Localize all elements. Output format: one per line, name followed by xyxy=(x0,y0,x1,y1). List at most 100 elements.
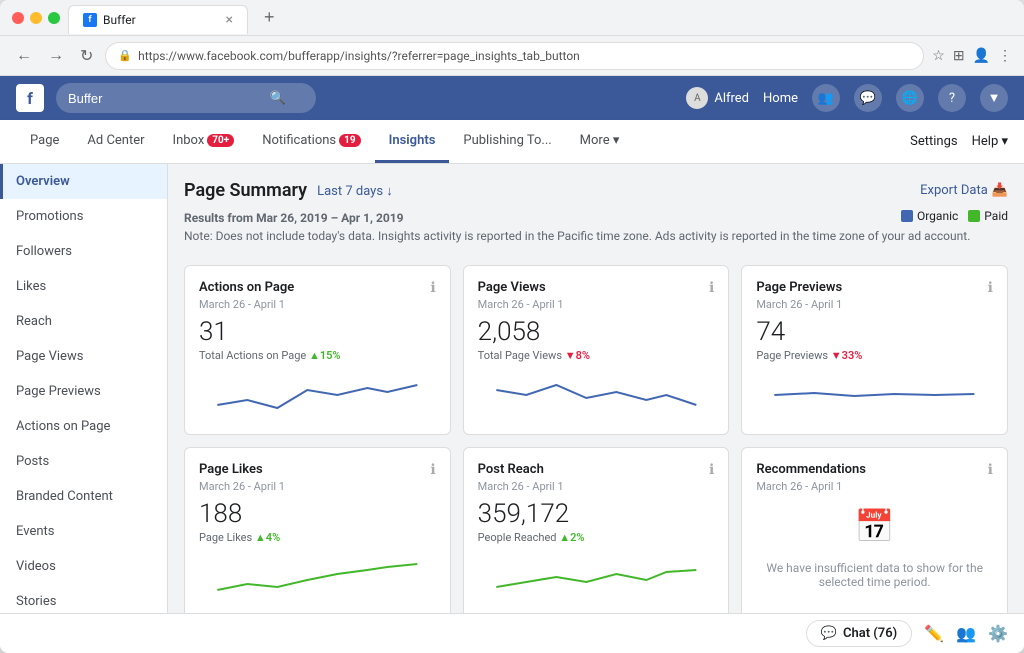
fb-search-box[interactable]: 🔍 xyxy=(56,83,316,113)
metric-header: Recommendations ℹ xyxy=(756,462,993,478)
fb-search-input[interactable] xyxy=(68,91,262,106)
subnav-more[interactable]: More ▾ xyxy=(566,120,634,163)
tab-close-button[interactable]: × xyxy=(226,12,233,28)
browser-window: f Buffer × + ← → ↻ 🔒 https://www.faceboo… xyxy=(0,0,1024,653)
sidebar-item-stories[interactable]: Stories xyxy=(0,584,167,613)
back-button[interactable]: ← xyxy=(12,43,36,69)
metric-subtitle: People Reached ▲2% xyxy=(478,531,715,544)
compose-icon[interactable]: ✏️ xyxy=(924,624,944,643)
sidebar: Overview Promotions Followers Likes Reac… xyxy=(0,164,168,613)
fb-subnav-right: Settings Help ▾ xyxy=(910,134,1008,149)
forward-button[interactable]: → xyxy=(44,43,68,69)
metric-change: ▲2% xyxy=(559,531,584,544)
help-link[interactable]: Help ▾ xyxy=(972,134,1008,149)
metric-value: 74 xyxy=(756,317,993,347)
friends-icon[interactable]: 👥 xyxy=(812,84,840,112)
fb-user-badge[interactable]: A Alfred xyxy=(686,87,749,109)
sidebar-item-reach[interactable]: Reach xyxy=(0,304,167,339)
reload-button[interactable]: ↻ xyxy=(76,42,97,70)
metric-info-icon[interactable]: ℹ xyxy=(988,462,993,478)
help-icon[interactable]: ? xyxy=(938,84,966,112)
metric-title: Post Reach xyxy=(478,462,544,477)
metric-header: Page Previews ℹ xyxy=(756,280,993,296)
sidebar-item-branded-content[interactable]: Branded Content xyxy=(0,479,167,514)
fb-logo[interactable]: f xyxy=(16,84,44,112)
account-menu-icon[interactable]: ▼ xyxy=(980,84,1008,112)
subnav-page[interactable]: Page xyxy=(16,120,73,163)
metric-info-icon[interactable]: ℹ xyxy=(988,280,993,296)
group-icon[interactable]: 👥 xyxy=(956,624,976,643)
page-summary-title: Page Summary xyxy=(184,180,307,201)
download-icon: 📥 xyxy=(992,183,1008,198)
metric-info-icon[interactable]: ℹ xyxy=(709,280,714,296)
sidebar-item-posts[interactable]: Posts xyxy=(0,444,167,479)
subnav-ad-center[interactable]: Ad Center xyxy=(73,120,158,163)
metric-header: Actions on Page ℹ xyxy=(199,280,436,296)
metric-date: March 26 - April 1 xyxy=(478,480,715,493)
content-area: Page Summary Last 7 days ↓ Export Data 📥… xyxy=(168,164,1024,613)
browser-dots xyxy=(12,12,60,24)
metric-info-icon[interactable]: ℹ xyxy=(430,462,435,478)
main-content: Overview Promotions Followers Likes Reac… xyxy=(0,164,1024,613)
metric-header: Page Views ℹ xyxy=(478,280,715,296)
maximize-dot[interactable] xyxy=(48,12,60,24)
metric-card-page-views: Page Views ℹ March 26 - April 1 2,058 To… xyxy=(463,265,730,435)
user-profile-icon[interactable]: 👤 xyxy=(973,48,990,64)
layers-icon[interactable]: ⊞ xyxy=(953,48,965,64)
metric-card-actions-on-page: Actions on Page ℹ March 26 - April 1 31 … xyxy=(184,265,451,435)
sidebar-item-followers[interactable]: Followers xyxy=(0,234,167,269)
sidebar-item-actions-on-page[interactable]: Actions on Page xyxy=(0,409,167,444)
bookmark-icon[interactable]: ☆ xyxy=(932,48,945,64)
chat-button[interactable]: 💬 Chat (76) xyxy=(806,620,912,647)
avatar: A xyxy=(686,87,708,109)
new-tab-button[interactable]: + xyxy=(256,3,283,32)
export-data-button[interactable]: Export Data 📥 xyxy=(920,183,1008,198)
mini-chart xyxy=(199,370,436,420)
sidebar-item-events[interactable]: Events xyxy=(0,514,167,549)
browser-tab[interactable]: f Buffer × xyxy=(68,5,248,34)
metric-info-icon[interactable]: ℹ xyxy=(709,462,714,478)
organic-dot xyxy=(901,210,913,222)
subnav-insights[interactable]: Insights xyxy=(375,120,450,163)
subnav-inbox[interactable]: Inbox 70+ xyxy=(159,120,249,163)
browser-addressbar: ← → ↻ 🔒 https://www.facebook.com/buffera… xyxy=(0,36,1024,76)
minimize-dot[interactable] xyxy=(30,12,42,24)
paid-dot xyxy=(968,210,980,222)
sidebar-item-overview[interactable]: Overview xyxy=(0,164,167,199)
date-range-button[interactable]: Last 7 days ↓ xyxy=(317,183,393,199)
sidebar-item-page-views[interactable]: Page Views xyxy=(0,339,167,374)
fb-nav-right: A Alfred Home 👥 💬 🌐 ? ▼ xyxy=(686,84,1008,112)
more-icon[interactable]: ⋮ xyxy=(998,48,1012,64)
metric-change: ▼33% xyxy=(831,349,863,362)
mini-chart xyxy=(199,552,436,602)
metric-date: March 26 - April 1 xyxy=(199,298,436,311)
fb-subnav-left: Page Ad Center Inbox 70+ Notifications 1… xyxy=(16,120,633,163)
paid-label: Paid xyxy=(984,209,1008,223)
subnav-notifications[interactable]: Notifications 19 xyxy=(248,120,374,163)
settings-icon[interactable]: ⚙️ xyxy=(988,624,1008,643)
sidebar-item-page-previews[interactable]: Page Previews xyxy=(0,374,167,409)
metric-date: March 26 - April 1 xyxy=(478,298,715,311)
globe-icon[interactable]: 🌐 xyxy=(896,84,924,112)
sidebar-item-likes[interactable]: Likes xyxy=(0,269,167,304)
sidebar-item-promotions[interactable]: Promotions xyxy=(0,199,167,234)
settings-link[interactable]: Settings xyxy=(910,134,957,149)
metric-title: Page Views xyxy=(478,280,546,295)
browser-actions: ☆ ⊞ 👤 ⋮ xyxy=(932,48,1012,64)
tab-favicon: f xyxy=(83,13,97,27)
chat-bar: 💬 Chat (76) ✏️ 👥 ⚙️ xyxy=(0,613,1024,653)
metric-card-recommendations: Recommendations ℹ March 26 - April 1 📅 W… xyxy=(741,447,1008,613)
messages-icon[interactable]: 💬 xyxy=(854,84,882,112)
results-note: Results from Mar 26, 2019 – Apr 1, 2019 … xyxy=(184,209,1008,245)
metric-title: Actions on Page xyxy=(199,280,294,295)
mini-chart xyxy=(478,552,715,602)
address-bar[interactable]: 🔒 https://www.facebook.com/bufferapp/ins… xyxy=(105,42,924,70)
close-dot[interactable] xyxy=(12,12,24,24)
lock-icon: 🔒 xyxy=(118,49,132,62)
metric-card-post-reach: Post Reach ℹ March 26 - April 1 359,172 … xyxy=(463,447,730,613)
metric-info-icon[interactable]: ℹ xyxy=(430,280,435,296)
home-link[interactable]: Home xyxy=(763,91,798,106)
subnav-publishing[interactable]: Publishing To... xyxy=(449,120,565,163)
sidebar-item-videos[interactable]: Videos xyxy=(0,549,167,584)
user-name: Alfred xyxy=(714,91,749,106)
